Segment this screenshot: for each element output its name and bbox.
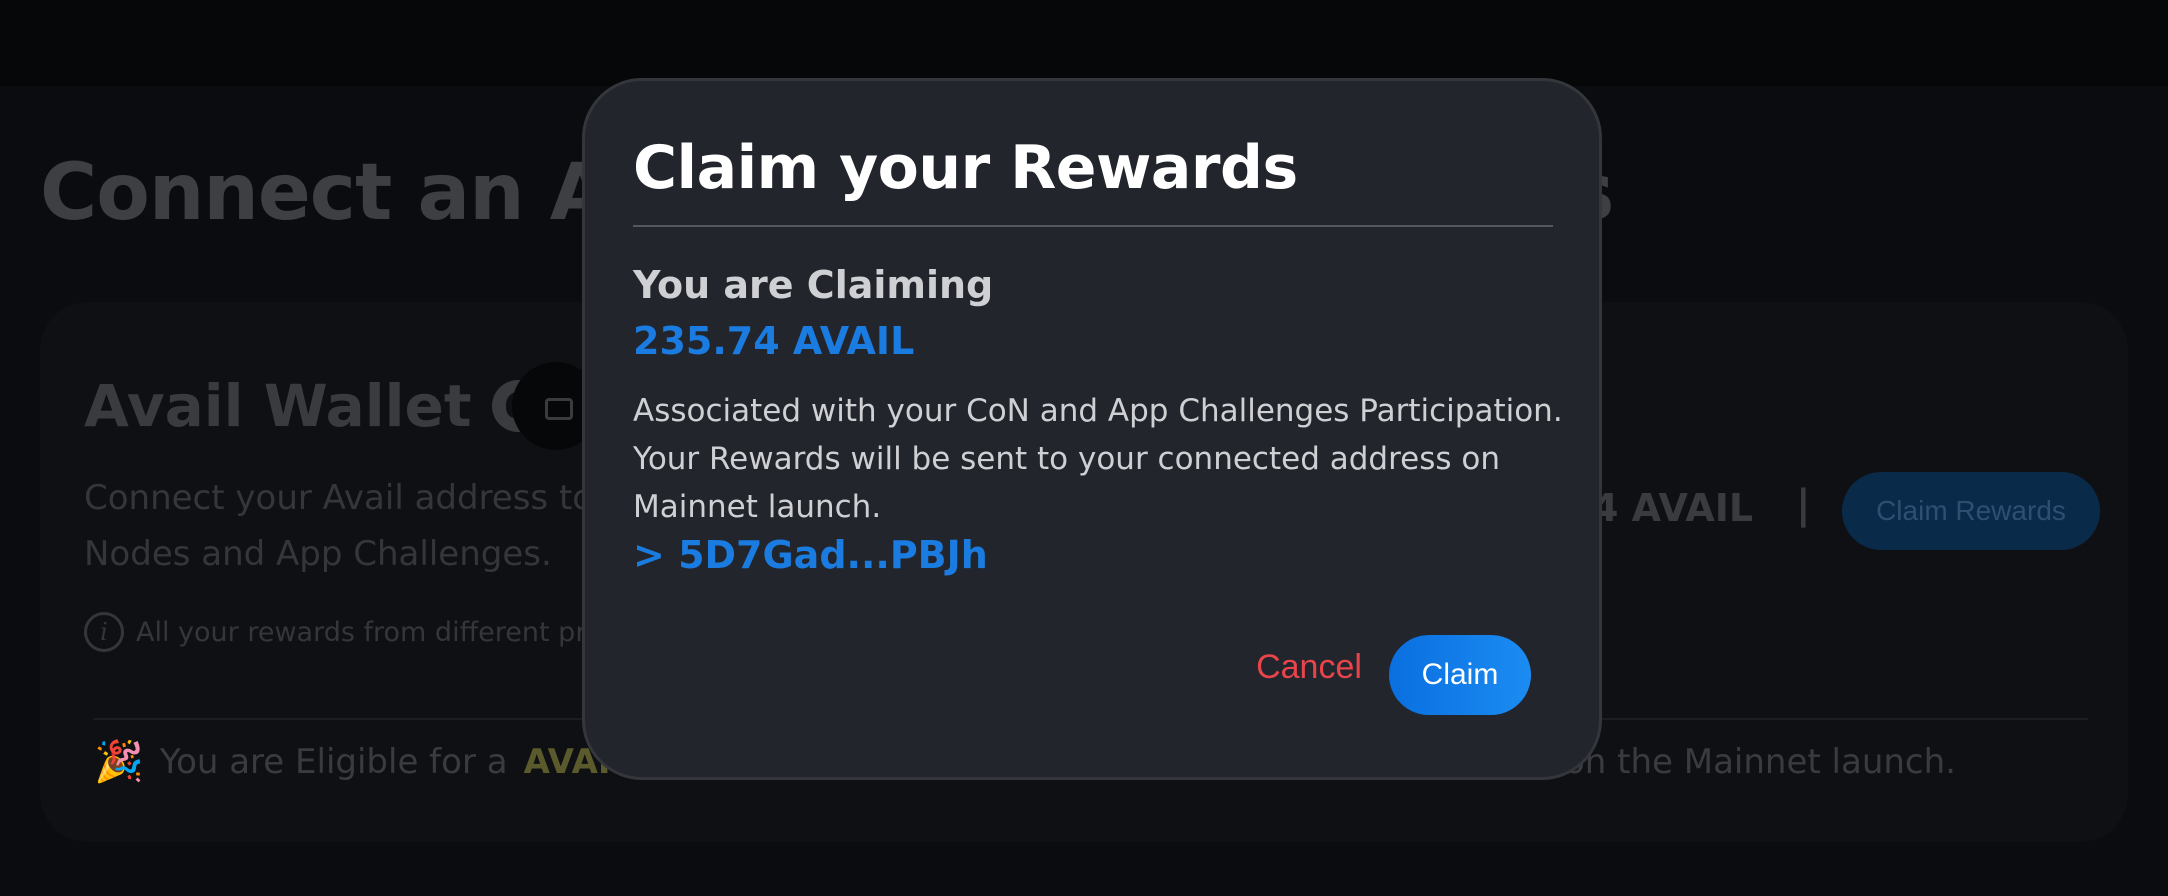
info-row: i All your rewards from different pro	[84, 612, 602, 652]
wallet-description: Connect your Avail address to Nodes and …	[84, 478, 594, 574]
modal-title: Claim your Rewards	[633, 133, 1298, 203]
cancel-button[interactable]: Cancel	[1231, 629, 1387, 705]
wallet-heading: Avail Wallet	[84, 372, 544, 440]
balance-text: 4 AVAIL	[1592, 486, 1754, 530]
wallet-heading-text: Avail Wallet	[84, 372, 472, 440]
claiming-label: You are Claiming	[633, 263, 994, 307]
party-popper-icon: 🎉	[94, 739, 144, 785]
top-bar	[0, 0, 2168, 86]
info-icon: i	[84, 612, 124, 652]
eligible-banner: 🎉 You are Eligible for a AVAIL	[94, 738, 632, 785]
page: Connect an Ava s Avail Wallet Connect yo…	[0, 0, 2168, 896]
claim-button[interactable]: Claim	[1389, 635, 1531, 715]
connected-address: > 5D7Gad...PBJh	[633, 533, 988, 577]
balance-separator: |	[1796, 482, 1811, 528]
modal-divider	[633, 225, 1553, 227]
claim-rewards-modal: Claim your Rewards You are Claiming 235.…	[582, 78, 1602, 780]
claiming-amount: 235.74 AVAIL	[633, 319, 915, 363]
modal-description: Associated with your CoN and App Challen…	[633, 393, 1563, 525]
eligible-suffix: on the Mainnet launch.	[1564, 742, 1956, 782]
eligible-prefix: You are Eligible for a	[159, 741, 508, 782]
claim-rewards-button[interactable]: Claim Rewards	[1842, 472, 2100, 550]
info-text: All your rewards from different pro	[136, 616, 603, 648]
